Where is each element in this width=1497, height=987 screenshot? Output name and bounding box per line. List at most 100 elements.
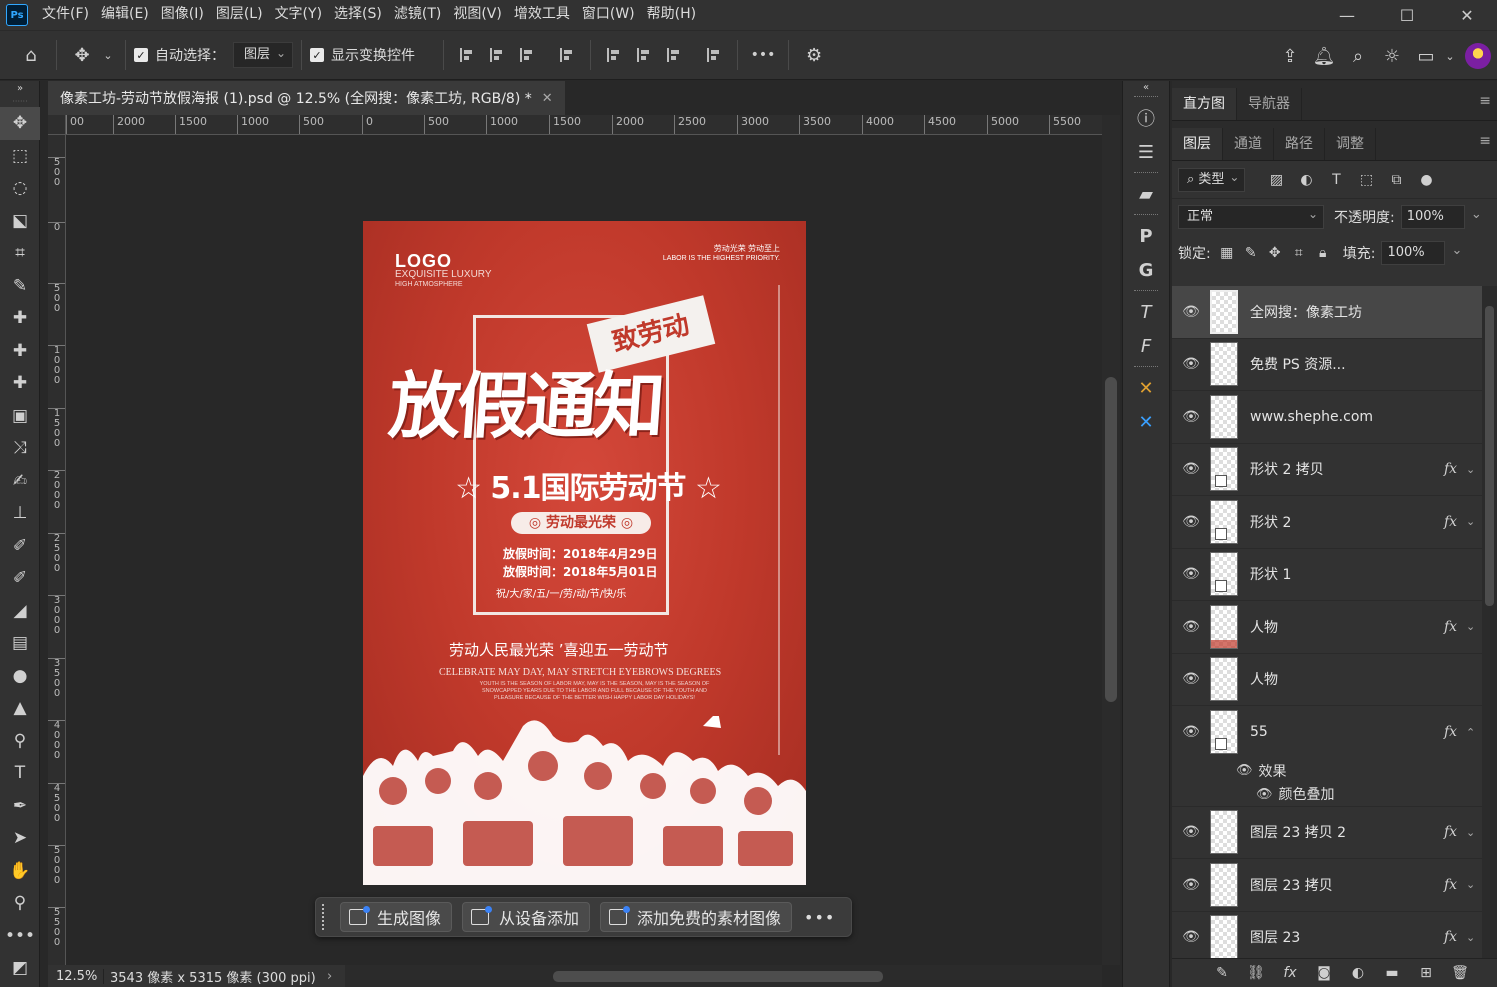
menu-select[interactable]: 选择(S) <box>328 0 388 30</box>
collapse-icon[interactable]: « <box>1123 81 1169 93</box>
maximize-button[interactable]: ☐ <box>1377 0 1437 30</box>
add-stock-image-button[interactable]: 添加免费的素材图像 <box>600 902 793 932</box>
layer-row[interactable]: 👁︎ www.shephe.com <box>1172 391 1482 444</box>
tab-navigator[interactable]: 导航器 <box>1237 88 1302 120</box>
lock-all-icon[interactable]: 🔒︎ <box>1311 241 1335 265</box>
canvas-horizontal-scrollbar[interactable] <box>345 965 1102 987</box>
filter-type-icon[interactable]: T <box>1321 168 1351 192</box>
vertical-ruler[interactable]: 500 0 500 1000 1500 2000 2500 3000 3500 … <box>48 135 66 965</box>
fx-icon[interactable]: fx <box>1444 929 1466 945</box>
tab-channels[interactable]: 通道 <box>1223 128 1274 160</box>
visibility-eye-icon[interactable]: 👁︎ <box>1172 824 1210 840</box>
poster-canvas[interactable]: LOGO EXQUISITE LUXURY HIGH ATMOSPHERE 劳动… <box>363 221 806 885</box>
visibility-eye-icon[interactable]: 👁︎ <box>1172 356 1210 372</box>
menu-edit[interactable]: 编辑(E) <box>95 0 155 30</box>
blur-tool-icon[interactable]: ● <box>0 660 40 693</box>
layer-row[interactable]: 👁︎ 图层 23 拷贝 2 fx ⌄ <box>1172 806 1482 859</box>
visibility-eye-icon[interactable]: 👁︎ <box>1172 566 1210 582</box>
menu-view[interactable]: 视图(V) <box>447 0 508 30</box>
chevron-down-icon[interactable]: ⌄ <box>1466 515 1482 528</box>
folder-icon[interactable]: ▬ <box>1375 965 1409 981</box>
more-actions-button[interactable]: ••• <box>804 908 835 927</box>
visibility-eye-icon[interactable]: 👁︎ <box>1172 514 1210 530</box>
clone-stamp-tool-icon[interactable]: ⊥ <box>0 497 40 530</box>
panel-menu-icon[interactable]: ≡ <box>1479 133 1491 149</box>
paragraph-icon[interactable]: P <box>1123 219 1169 253</box>
tab-layers[interactable]: 图层 <box>1172 128 1223 160</box>
xd-plugin-icon[interactable]: ✕ <box>1123 405 1169 439</box>
healing-brush-icon[interactable]: ✚ <box>0 335 40 368</box>
filter-smart-object-icon[interactable]: ⧉ <box>1381 168 1411 192</box>
path-select-tool-icon[interactable]: ➤ <box>0 822 40 855</box>
move-tool-icon[interactable]: ✥ <box>65 38 99 72</box>
tools-plugin-icon[interactable]: ✕ <box>1123 371 1169 405</box>
fx-icon[interactable]: fx <box>1444 724 1466 740</box>
collapse-icon[interactable]: » <box>0 81 40 95</box>
visibility-eye-icon[interactable]: 👁︎ <box>1236 763 1253 778</box>
status-arrow-icon[interactable]: › <box>327 969 345 984</box>
scrollbar-thumb[interactable] <box>553 971 883 982</box>
history-brush-icon[interactable]: ✐ <box>0 530 40 563</box>
visibility-eye-icon[interactable]: 👁︎ <box>1172 929 1210 945</box>
fx-icon[interactable]: fx <box>1273 965 1307 981</box>
bell-icon[interactable]: 🔔︎ <box>1307 39 1341 73</box>
chevron-down-icon[interactable]: ⌄ <box>1466 878 1482 891</box>
layer-row[interactable]: 👁︎ 免费 PS 资源... <box>1172 338 1482 391</box>
fx-icon[interactable]: fx <box>1444 877 1466 893</box>
canvas-vertical-scrollbar[interactable] <box>1102 115 1120 965</box>
lock-transparent-icon[interactable]: ▦ <box>1215 241 1239 265</box>
brush-icon[interactable]: ✎ <box>1205 965 1239 981</box>
plugin-icon[interactable]: ▰ <box>1123 177 1169 211</box>
chevron-down-icon[interactable]: ⌄ <box>1443 39 1457 73</box>
align-hcenter-icon[interactable] <box>482 38 512 72</box>
auto-select-checkbox[interactable]: ✓ <box>134 48 148 62</box>
layer-row[interactable]: 👁︎ 形状 2 拷贝 fx ⌄ <box>1172 443 1482 496</box>
align-left-icon[interactable] <box>452 38 482 72</box>
glyphs-icon[interactable]: G <box>1123 253 1169 287</box>
filter-pixel-icon[interactable]: ▨ <box>1261 168 1291 192</box>
zoom-tool-icon[interactable]: ⚲ <box>0 887 40 920</box>
chevron-down-icon[interactable]: ⌄ <box>1466 826 1482 839</box>
visibility-eye-icon[interactable]: 👁︎ <box>1172 877 1210 893</box>
visibility-eye-icon[interactable]: 👁︎ <box>1172 724 1210 740</box>
content-move-icon[interactable]: ⤨ <box>0 432 40 465</box>
scrollbar-thumb[interactable] <box>1485 306 1494 606</box>
bandage-tool-icon[interactable]: ✚ <box>0 367 40 400</box>
link-icon[interactable]: ⛓ <box>1239 965 1273 981</box>
filter-toggle-icon[interactable]: ● <box>1411 168 1441 192</box>
menu-image[interactable]: 图像(I) <box>155 0 210 30</box>
drag-handle[interactable] <box>322 904 330 930</box>
object-select-tool-icon[interactable]: ⬕ <box>0 205 40 238</box>
tab-adjustments[interactable]: 调整 <box>1325 128 1376 160</box>
layer-effect-item[interactable]: 👁︎ 颜色叠加 <box>1172 782 1482 807</box>
gear-icon[interactable]: ⚙ <box>797 38 831 72</box>
lock-artboard-icon[interactable]: ⌗ <box>1287 241 1311 265</box>
visibility-eye-icon[interactable]: 👁︎ <box>1172 671 1210 687</box>
properties-icon[interactable]: ☰ <box>1123 135 1169 169</box>
chevron-down-icon[interactable]: ⌄ <box>1466 931 1482 944</box>
gradient-tool-icon[interactable]: ▤ <box>0 627 40 660</box>
adjustment-layer-icon[interactable]: ◐ <box>1341 965 1375 981</box>
layer-row[interactable]: 👁︎ 图层 23 拷贝 fx ⌄ <box>1172 859 1482 912</box>
color-swatches-icon[interactable]: ◩ <box>0 952 40 985</box>
share-icon[interactable]: ⇪ <box>1273 39 1307 73</box>
filter-kind-dropdown[interactable]: ⌕ 类型 <box>1178 166 1246 192</box>
visibility-eye-icon[interactable]: 👁︎ <box>1172 409 1210 425</box>
layer-row[interactable]: 👁︎ 形状 2 fx ⌄ <box>1172 496 1482 549</box>
menu-file[interactable]: 文件(F) <box>36 0 95 30</box>
lock-pixels-icon[interactable]: ✎ <box>1239 241 1263 265</box>
layer-row[interactable]: 👁︎ 图层 23 fx ⌄ <box>1172 911 1482 958</box>
stamp-pattern-icon[interactable]: ▣ <box>0 400 40 433</box>
layer-row[interactable]: 👁︎ 55 fx ⌃ <box>1172 706 1482 759</box>
move-tool-icon[interactable]: ✥ <box>0 107 40 140</box>
lasso-tool-icon[interactable]: ◌ <box>0 172 40 205</box>
add-from-device-button[interactable]: 从设备添加 <box>462 902 591 932</box>
zoom-level[interactable]: 12.5% <box>48 968 104 984</box>
close-icon[interactable]: ✕ <box>542 91 553 106</box>
fx-icon[interactable]: fx <box>1444 619 1466 635</box>
search-icon[interactable]: ⌕ <box>1341 39 1375 73</box>
align-vcenter-icon[interactable] <box>629 38 659 72</box>
chevron-down-icon[interactable]: ⌄ <box>1466 463 1482 476</box>
sharpen-tool-icon[interactable]: ▲ <box>0 692 40 725</box>
eyedropper-tool-icon[interactable]: ✎ <box>0 270 40 303</box>
